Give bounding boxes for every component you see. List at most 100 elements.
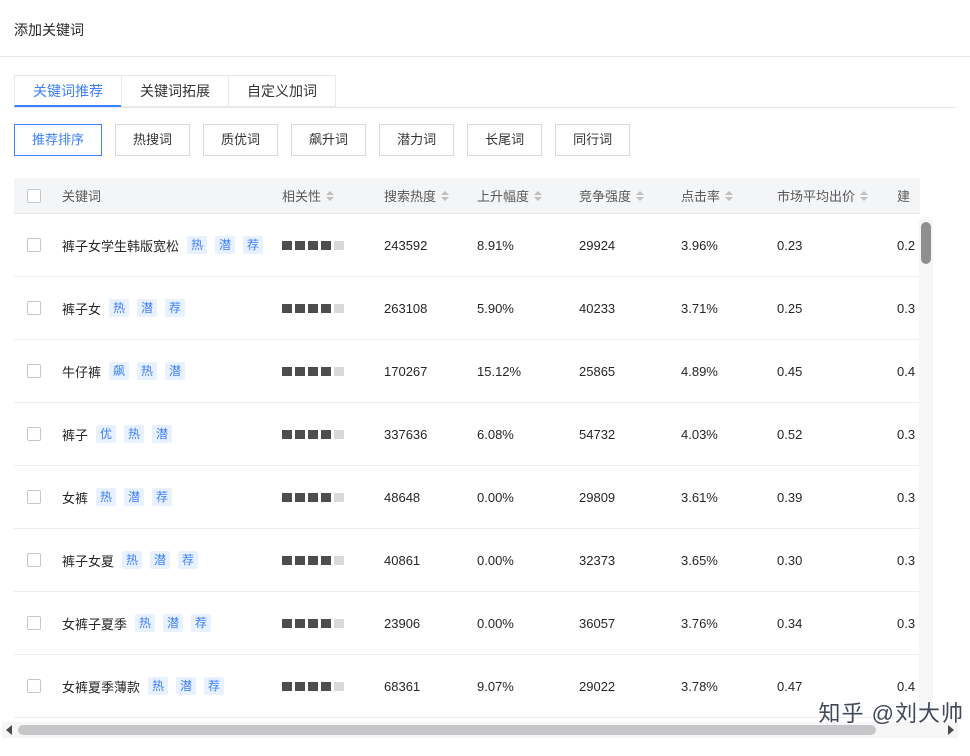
page-title: 添加关键词 (0, 0, 970, 57)
table-row: 裤子优热潜 337636 6.08% 54732 4.03% 0.52 0.3 (14, 403, 920, 466)
keyword-tag: 荐 (178, 551, 199, 569)
row-checkbox-cell (14, 427, 62, 441)
keyword-tag: 潜 (152, 425, 173, 443)
keyword-text: 裤子女学生韩版宽松 (62, 238, 180, 254)
column-label: 竞争强度 (579, 189, 632, 204)
column-header-4: 上升幅度 (477, 186, 579, 205)
avg-bid-value: 0.34 (777, 615, 803, 631)
suggest-bid-value: 0.3 (897, 426, 916, 442)
search-heat-value: 337636 (384, 426, 428, 442)
row-checkbox[interactable] (27, 679, 41, 693)
table-row: 女裤夏季薄款热潜荐 68361 9.07% 29022 3.78% 0.47 0.4 (14, 655, 920, 718)
filter-button-7[interactable]: 同行词 (555, 124, 631, 156)
competition-value: 29809 (579, 489, 616, 505)
row-checkbox[interactable] (27, 301, 41, 315)
competition-value: 54732 (579, 426, 616, 442)
filter-button-1[interactable]: 推荐排序 (14, 124, 103, 156)
tab-2[interactable]: 关键词拓展 (121, 75, 229, 107)
keyword-tag: 优 (96, 425, 117, 443)
select-all-checkbox[interactable] (27, 188, 41, 203)
watermark: 知乎 @刘大帅 (818, 701, 964, 726)
keyword-tag: 荐 (243, 236, 264, 254)
column-header-6: 点击率 (681, 186, 777, 205)
column-label: 相关性 (282, 189, 322, 204)
keyword-tag: 荐 (152, 488, 173, 506)
search-heat-value: 23906 (384, 615, 421, 631)
keyword-tag: 飙 (109, 362, 130, 380)
horizontal-scrollbar[interactable] (2, 722, 958, 738)
filter-button-2[interactable]: 热搜词 (115, 124, 191, 156)
tab-bar: 关键词推荐 关键词拓展 自定义加词 (14, 75, 956, 108)
suggest-bid-value: 0.3 (897, 552, 916, 568)
keyword-table: 关键词 相关性 搜索热度 上升幅度 竞争强度 点击率 市场平均出价建 裤子女学生韩版宽松热潜… (14, 178, 920, 718)
sort-icon[interactable] (441, 190, 450, 201)
table-header: 关键词 相关性 搜索热度 上升幅度 竞争强度 点击率 市场平均出价 建 (14, 178, 920, 214)
row-checkbox[interactable] (27, 427, 41, 441)
table-row: 女裤子夏季热潜荐 23906 0.00% 36057 3.76% 0.34 0.3 (14, 592, 920, 655)
keyword-text: 裤子女 (62, 301, 102, 317)
search-heat-value: 40861 (384, 552, 421, 568)
row-checkbox-cell (14, 238, 62, 252)
avg-bid-value: 0.25 (777, 300, 803, 316)
vertical-scrollbar[interactable] (919, 216, 933, 714)
filter-button-3[interactable]: 质优词 (203, 124, 279, 156)
scroll-left-arrow-icon[interactable] (6, 725, 12, 735)
sort-icon[interactable] (636, 190, 645, 201)
relevance-cell (282, 492, 384, 502)
click-rate-value: 3.96% (681, 237, 718, 253)
row-checkbox[interactable] (27, 490, 41, 504)
column-label: 建 (897, 189, 911, 204)
keyword-text: 裤子 (62, 427, 89, 443)
click-rate-value: 3.71% (681, 300, 718, 316)
relevance-bars (282, 681, 347, 691)
keyword-cell: 女裤子夏季热潜荐 (62, 614, 282, 633)
competition-value: 25865 (579, 363, 616, 379)
vertical-scrollbar-thumb[interactable] (921, 222, 931, 264)
filter-button-4[interactable]: 飙升词 (291, 124, 367, 156)
keyword-cell: 女裤夏季薄款热潜荐 (62, 677, 282, 696)
rise-rate-value: 0.00% (477, 552, 514, 568)
sort-icon[interactable] (534, 190, 543, 201)
search-heat-value: 170267 (384, 363, 428, 379)
avg-bid-value: 0.47 (777, 678, 803, 694)
row-checkbox[interactable] (27, 238, 41, 252)
suggest-bid-value: 0.3 (897, 300, 916, 316)
row-checkbox[interactable] (27, 553, 41, 567)
search-heat-value: 243592 (384, 237, 428, 253)
tab-3[interactable]: 自定义加词 (228, 75, 336, 107)
table-body: 裤子女学生韩版宽松热潜荐 243592 8.91% 29924 3.96% 0.23 0.2… (14, 214, 920, 718)
click-rate-value: 4.89% (681, 363, 718, 379)
keyword-text: 牛仔裤 (62, 364, 102, 380)
tab-1[interactable]: 关键词推荐 (14, 75, 122, 107)
column-header-2: 相关性 (282, 186, 384, 205)
relevance-cell (282, 240, 384, 250)
keyword-tag: 荐 (204, 677, 225, 695)
filter-button-6[interactable]: 长尾词 (467, 124, 543, 156)
keyword-text: 女裤 (62, 490, 89, 506)
sort-icon[interactable] (860, 190, 869, 201)
sort-icon[interactable] (725, 190, 734, 201)
click-rate-value: 4.03% (681, 426, 718, 442)
row-checkbox[interactable] (27, 364, 41, 378)
click-rate-value: 3.65% (681, 552, 718, 568)
table-row: 牛仔裤飙热潜 170267 15.12% 25865 4.89% 0.45 0.4 (14, 340, 920, 403)
row-checkbox-cell (14, 553, 62, 567)
row-checkbox-cell (14, 490, 62, 504)
column-header-8: 建 (897, 186, 920, 205)
row-checkbox[interactable] (27, 616, 41, 630)
suggest-bid-value: 0.3 (897, 489, 916, 505)
relevance-bars (282, 555, 347, 565)
rise-rate-value: 9.07% (477, 678, 514, 694)
relevance-bars (282, 618, 347, 628)
keyword-tag: 热 (137, 362, 158, 380)
keyword-text: 裤子女夏 (62, 553, 115, 569)
relevance-cell (282, 429, 384, 439)
filter-button-5[interactable]: 潜力词 (379, 124, 455, 156)
keyword-tag: 热 (124, 425, 145, 443)
sort-icon[interactable] (326, 190, 335, 201)
table-row: 裤子女夏热潜荐 40861 0.00% 32373 3.65% 0.30 0.3 (14, 529, 920, 592)
horizontal-scrollbar-thumb[interactable] (18, 725, 876, 735)
column-header-7: 市场平均出价 (777, 186, 897, 205)
keyword-cell: 女裤热潜荐 (62, 488, 282, 507)
click-rate-value: 3.78% (681, 678, 718, 694)
